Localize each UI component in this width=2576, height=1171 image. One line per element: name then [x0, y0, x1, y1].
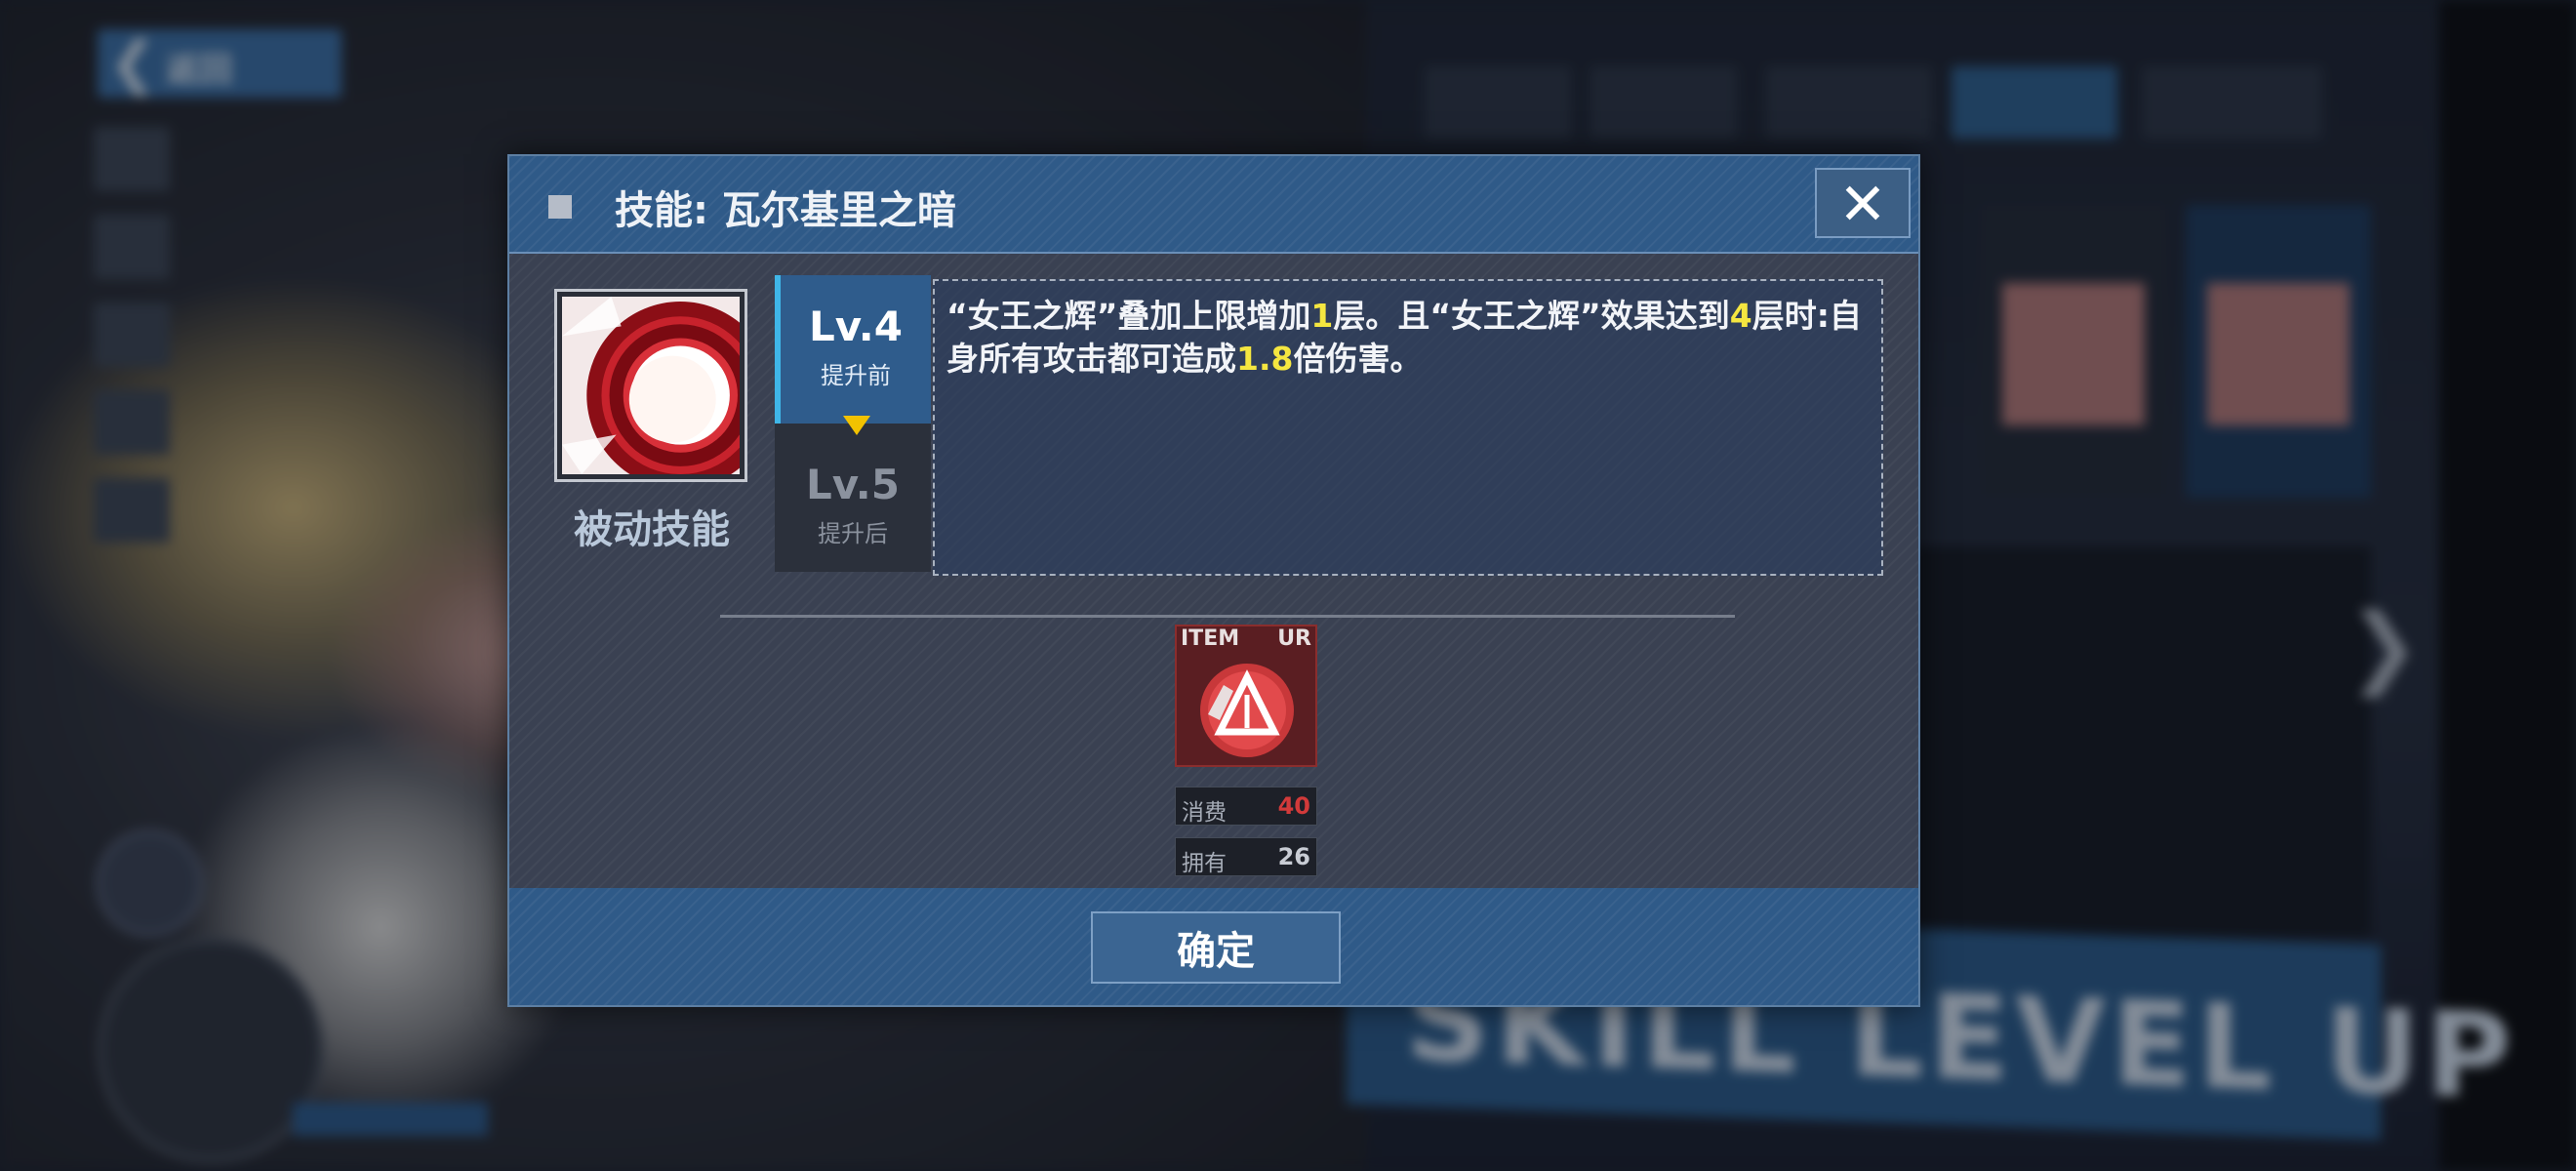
dialog-title: 技能: 瓦尔基里之暗	[615, 188, 956, 233]
divider	[720, 615, 1735, 618]
confirm-button[interactable]: 确定	[1091, 911, 1341, 984]
description-value: 1.8	[1236, 340, 1294, 378]
next-level-label: Lv.5	[806, 461, 900, 508]
description-value: 4	[1729, 297, 1752, 335]
skill-icon	[562, 297, 775, 490]
owned-value: 26	[1277, 843, 1310, 870]
item-tag: ITEM	[1181, 626, 1240, 651]
skill-dialog: 技能: 瓦尔基里之暗 被动技能 Lv.4 提升前 Lv.5 提升后 “女王之辉”…	[507, 154, 1920, 1007]
skill-icon-frame	[554, 289, 775, 490]
description-text: 层。且“女王之辉”效果达到	[1333, 297, 1730, 335]
owned-row: 拥有 26	[1175, 837, 1317, 876]
skill-type-label: 被动技能	[574, 507, 730, 552]
current-level-tab[interactable]: Lv.4 提升前	[775, 275, 931, 424]
close-icon	[1845, 185, 1880, 221]
dialog-footer: 确定	[509, 888, 1918, 1005]
cost-row: 消费 40	[1175, 787, 1317, 826]
current-level-sub: 提升前	[821, 362, 891, 389]
description-text: “女王之辉”叠加上限增加	[946, 297, 1311, 335]
cost-value: 40	[1277, 792, 1310, 820]
item-rarity: UR	[1277, 626, 1311, 651]
dialog-header: 技能: 瓦尔基里之暗	[509, 156, 1918, 254]
skill-description: “女王之辉”叠加上限增加1层。且“女王之辉”效果达到4层时:自身所有攻击都可造成…	[933, 279, 1883, 576]
next-level-tab[interactable]: Lv.5 提升后	[775, 424, 931, 572]
description-text: 倍伤害。	[1293, 340, 1423, 378]
current-level-label: Lv.4	[809, 303, 903, 350]
cost-label: 消费	[1182, 800, 1227, 826]
header-square-icon	[548, 195, 572, 219]
close-button[interactable]	[1815, 168, 1911, 238]
description-value: 1	[1310, 297, 1334, 335]
upgrade-item[interactable]: ITEM UR	[1175, 625, 1317, 767]
item-medal-icon	[1200, 664, 1294, 757]
next-level-sub: 提升后	[818, 520, 888, 547]
owned-label: 拥有	[1182, 851, 1227, 876]
level-arrow-down-icon	[843, 416, 870, 435]
